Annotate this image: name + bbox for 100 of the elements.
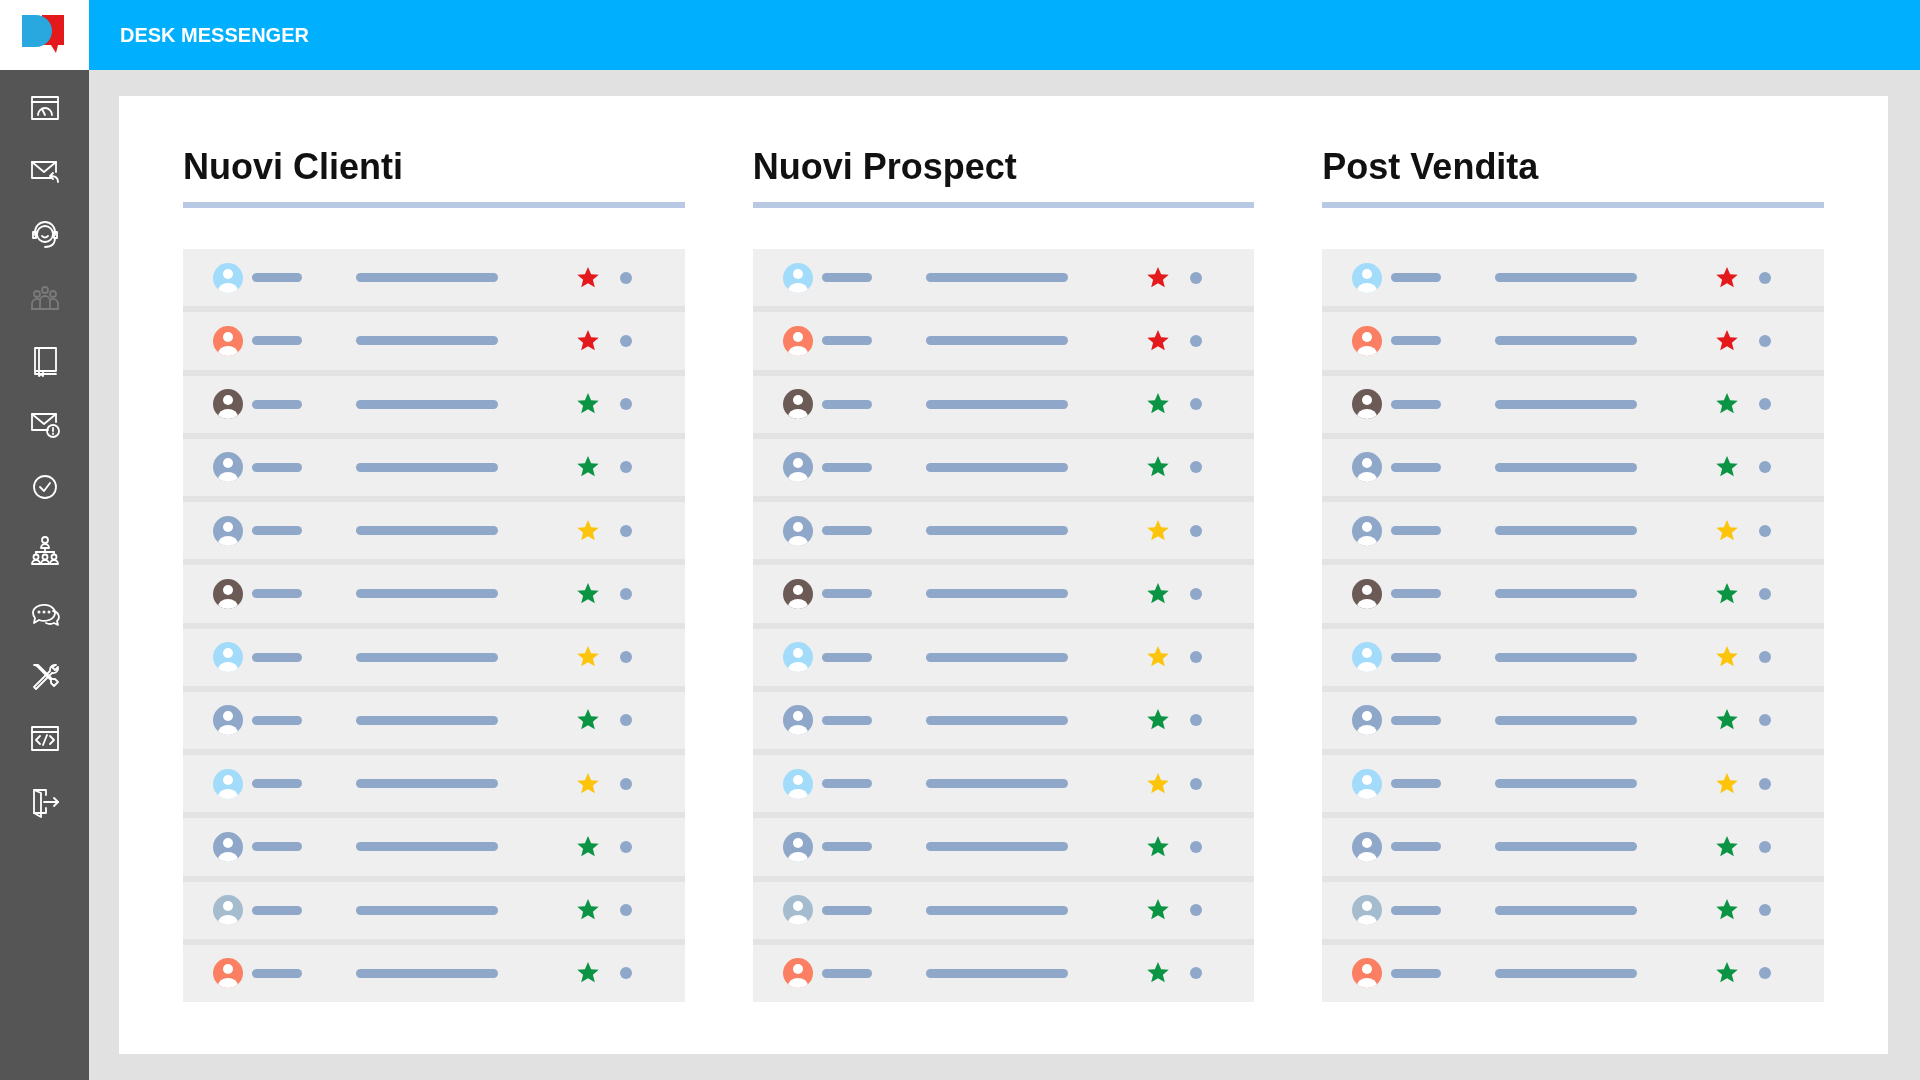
list-row[interactable] — [752, 438, 1255, 496]
list-row[interactable] — [1322, 502, 1824, 560]
status-dot — [1189, 840, 1202, 853]
status-dot — [1759, 587, 1772, 600]
star-icon[interactable] — [1715, 328, 1740, 353]
list-row[interactable] — [1322, 249, 1824, 307]
star-icon[interactable] — [1715, 834, 1740, 859]
status-dot — [1189, 714, 1202, 727]
list-row[interactable] — [752, 565, 1255, 623]
text-placeholder-bar — [252, 968, 302, 978]
list-row[interactable] — [183, 944, 685, 1002]
star-icon[interactable] — [576, 834, 600, 859]
list-row[interactable] — [183, 628, 685, 686]
status-dot — [1759, 651, 1772, 664]
star-icon[interactable] — [576, 581, 600, 606]
list-row[interactable] — [183, 881, 685, 939]
text-placeholder-bar — [821, 715, 872, 725]
list-row[interactable] — [183, 375, 685, 433]
list-row[interactable] — [1322, 628, 1824, 686]
list-row[interactable] — [752, 312, 1255, 370]
star-icon[interactable] — [1145, 518, 1170, 543]
text-placeholder-bar — [1391, 779, 1442, 789]
status-dot — [620, 651, 632, 664]
status-dot — [1189, 904, 1202, 917]
status-dot — [1189, 398, 1202, 411]
text-placeholder-bar — [821, 652, 872, 662]
list-row[interactable] — [183, 818, 685, 876]
text-placeholder-bar — [252, 715, 302, 725]
list-row[interactable] — [183, 755, 685, 813]
list-row[interactable] — [752, 691, 1255, 749]
column-title: Nuovi Clienti — [183, 146, 404, 188]
status-dot — [620, 461, 632, 474]
text-placeholder-bar — [1391, 273, 1442, 283]
list-row[interactable] — [183, 438, 685, 496]
star-icon[interactable] — [1145, 328, 1170, 353]
text-placeholder-bar — [821, 779, 872, 789]
text-placeholder-bar — [1391, 842, 1442, 852]
text-placeholder-bar — [252, 779, 302, 789]
star-icon[interactable] — [1715, 518, 1740, 543]
list-row[interactable] — [1322, 312, 1824, 370]
status-dot — [620, 334, 632, 347]
text-placeholder-bar — [821, 968, 872, 978]
list-row[interactable] — [1322, 944, 1824, 1002]
status-dot — [1759, 334, 1772, 347]
text-placeholder-bar — [252, 526, 302, 536]
text-placeholder-bar — [252, 589, 302, 599]
text-placeholder-bar — [821, 842, 872, 852]
column-title: Post Vendita — [1322, 146, 1540, 188]
star-icon[interactable] — [1145, 265, 1170, 290]
list-row[interactable] — [183, 502, 685, 560]
status-dot — [1189, 651, 1202, 664]
list-row[interactable] — [183, 691, 685, 749]
list-row[interactable] — [1322, 565, 1824, 623]
status-dot — [620, 398, 632, 411]
list-row[interactable] — [183, 312, 685, 370]
text-placeholder-bar — [821, 273, 872, 283]
text-placeholder-bar — [252, 273, 302, 283]
list-row[interactable] — [1322, 818, 1824, 876]
list-row[interactable] — [752, 818, 1255, 876]
list-row[interactable] — [752, 755, 1255, 813]
star-icon[interactable] — [576, 771, 600, 796]
status-dot — [620, 777, 632, 790]
list-row[interactable] — [752, 944, 1255, 1002]
list-row[interactable] — [1322, 691, 1824, 749]
star-icon[interactable] — [1715, 581, 1740, 606]
app-title: DESK MESSENGER — [120, 23, 309, 47]
status-dot — [1759, 904, 1772, 917]
star-icon[interactable] — [576, 518, 600, 543]
list-row[interactable] — [752, 249, 1255, 307]
list-row[interactable] — [1322, 375, 1824, 433]
list-row[interactable] — [183, 249, 685, 307]
list-row[interactable] — [1322, 755, 1824, 813]
star-icon[interactable] — [1145, 581, 1170, 606]
list-row[interactable] — [1322, 438, 1824, 496]
star-icon[interactable] — [1145, 771, 1170, 796]
star-icon[interactable] — [576, 328, 600, 353]
star-icon[interactable] — [576, 265, 600, 290]
text-placeholder-bar — [252, 652, 302, 662]
text-placeholder-bar — [252, 905, 302, 915]
star-icon[interactable] — [1145, 834, 1170, 859]
text-placeholder-bar — [821, 526, 872, 536]
list-row[interactable] — [752, 628, 1255, 686]
status-dot — [1759, 461, 1772, 474]
status-dot — [1189, 587, 1202, 600]
text-placeholder-bar — [1391, 715, 1442, 725]
star-icon[interactable] — [1715, 771, 1740, 796]
list-row[interactable] — [752, 375, 1255, 433]
status-dot — [620, 904, 632, 917]
text-placeholder-bar — [821, 399, 872, 409]
list-row[interactable] — [183, 565, 685, 623]
text-placeholder-bar — [252, 336, 302, 346]
star-icon[interactable] — [1715, 265, 1740, 290]
list-row[interactable] — [1322, 881, 1824, 939]
people-hierarchy-icon[interactable] — [28, 534, 61, 566]
status-dot — [620, 714, 632, 727]
text-placeholder-bar — [1391, 652, 1442, 662]
status-dot — [1189, 967, 1202, 980]
list-row[interactable] — [752, 502, 1255, 560]
list-row[interactable] — [752, 881, 1255, 939]
status-dot — [1759, 271, 1772, 284]
